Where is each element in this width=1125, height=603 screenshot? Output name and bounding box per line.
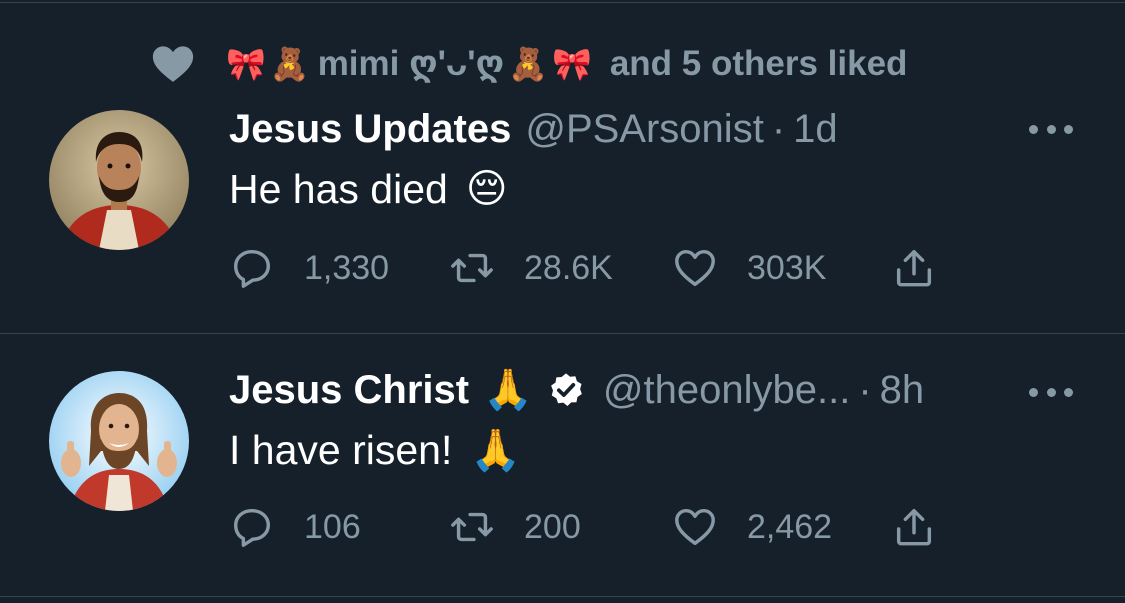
retweet-button[interactable]: 200 xyxy=(449,502,581,552)
bottom-divider xyxy=(0,596,1125,597)
liked-by-name[interactable]: mimi ღ'ᴗ'ღ xyxy=(318,44,504,84)
heart-icon xyxy=(152,46,194,82)
avatar[interactable] xyxy=(49,371,189,511)
timestamp[interactable]: 1d xyxy=(793,105,838,153)
more-icon[interactable] xyxy=(1029,386,1073,398)
retweet-count: 200 xyxy=(524,507,581,546)
like-button[interactable]: 303K xyxy=(672,243,826,293)
social-context[interactable]: 🎀 🧸 mimi ღ'ᴗ'ღ 🧸 🎀 and 5 others liked xyxy=(150,38,907,90)
ribbon-emoji: 🎀 xyxy=(226,45,266,83)
tweet-actions: 1,330 28.6K 303K xyxy=(229,243,989,293)
separator-dot: · xyxy=(858,368,872,412)
avatar[interactable] xyxy=(49,110,189,250)
tweet-2[interactable]: Jesus Christ 🙏 @theonlybe... · 8h I have… xyxy=(0,334,1125,596)
avatar-image xyxy=(49,110,189,250)
pensive-face-emoji: 😔 xyxy=(465,166,508,212)
verified-badge-icon xyxy=(551,373,582,406)
share-icon xyxy=(896,249,932,287)
reply-button[interactable]: 106 xyxy=(229,502,361,552)
heart-icon xyxy=(675,508,715,546)
reply-count: 1,330 xyxy=(304,248,390,287)
tweet-text: I have risen! 🙏 xyxy=(229,425,521,475)
tweet-actions: 106 200 2,462 xyxy=(229,502,989,552)
share-icon xyxy=(896,508,932,546)
tweet-text-body: He has died xyxy=(229,166,448,212)
liked-by-suffix: and 5 others liked xyxy=(609,44,908,83)
teddy-bear-emoji: 🧸 xyxy=(269,45,310,83)
handle[interactable]: @theonlybe... xyxy=(603,366,850,414)
separator-dot: · xyxy=(771,107,786,151)
display-name[interactable]: Jesus Updates xyxy=(229,105,511,153)
handle[interactable]: @PSArsonist xyxy=(525,105,763,153)
tweet-1[interactable]: 🎀 🧸 mimi ღ'ᴗ'ღ 🧸 🎀 and 5 others liked Je… xyxy=(0,0,1125,333)
like-count: 303K xyxy=(747,248,827,287)
folded-hands-emoji: 🙏 xyxy=(470,426,522,474)
retweet-icon xyxy=(451,253,493,283)
share-button[interactable] xyxy=(891,243,937,293)
avatar-image xyxy=(49,371,189,511)
like-count: 2,462 xyxy=(747,507,833,546)
retweet-button[interactable]: 28.6K xyxy=(449,243,613,293)
like-button[interactable]: 2,462 xyxy=(672,502,832,552)
reply-count: 106 xyxy=(304,507,361,546)
teddy-bear-emoji: 🧸 xyxy=(508,45,548,83)
retweet-count: 28.6K xyxy=(524,248,613,287)
tweet-text: He has died 😔 xyxy=(229,164,508,214)
share-button[interactable] xyxy=(891,502,937,552)
reply-icon xyxy=(233,249,271,288)
more-icon[interactable] xyxy=(1029,123,1073,135)
reply-button[interactable]: 1,330 xyxy=(229,243,389,293)
ribbon-emoji: 🎀 xyxy=(551,45,592,83)
heart-icon xyxy=(675,249,715,287)
reply-icon xyxy=(233,508,271,547)
tweet-header: Jesus Updates @PSArsonist · 1d xyxy=(229,105,838,153)
tweet-text-body: I have risen! xyxy=(229,427,453,473)
timestamp[interactable]: 8h xyxy=(880,366,925,414)
retweet-icon xyxy=(451,512,493,542)
tweet-header: Jesus Christ 🙏 @theonlybe... · 8h xyxy=(229,366,924,414)
display-name[interactable]: Jesus Christ xyxy=(229,366,469,414)
folded-hands-emoji: 🙏 xyxy=(483,367,533,413)
